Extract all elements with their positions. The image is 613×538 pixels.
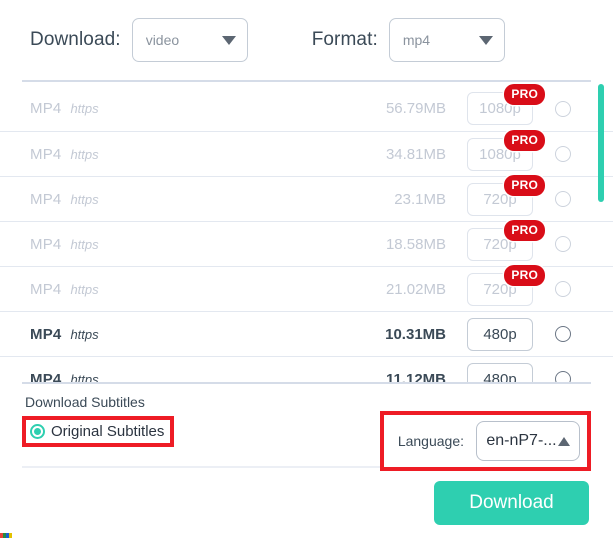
- row-protocol: https: [70, 326, 99, 342]
- row-select-cell: [535, 281, 591, 297]
- pro-badge-icon: PRO: [504, 84, 545, 105]
- download-type-value: video: [145, 32, 180, 48]
- row-format: MP4: [30, 370, 62, 383]
- row-name-cell: MP4 https: [30, 281, 330, 298]
- row-protocol: https: [70, 371, 99, 383]
- chevron-down-icon: [221, 35, 236, 45]
- row-format: MP4: [30, 325, 62, 343]
- table-row[interactable]: MP4 https 56.79MB 1080p PRO: [0, 84, 613, 131]
- download-button[interactable]: Download: [434, 481, 589, 525]
- row-quality-cell: 480p: [465, 317, 535, 351]
- row-format: MP4: [30, 100, 62, 117]
- language-label: Language:: [397, 433, 464, 449]
- row-protocol: https: [70, 191, 99, 207]
- row-name-cell: MP4 https: [30, 326, 330, 343]
- language-value: en-nP7-...: [486, 432, 557, 449]
- row-format: MP4: [30, 280, 62, 298]
- row-format: MP4: [30, 190, 62, 208]
- subtitles-section-label: Download Subtitles: [25, 394, 145, 410]
- pro-badge-icon: PRO: [504, 129, 545, 151]
- row-protocol: https: [70, 101, 99, 116]
- row-filesize: 34.81MB: [385, 145, 446, 163]
- row-format: MP4: [30, 235, 62, 253]
- row-select-cell: [535, 236, 591, 252]
- list-scrollbar[interactable]: [598, 84, 604, 380]
- table-row[interactable]: MP4 https 23.1MB 720p PRO: [0, 174, 613, 221]
- row-select-radio[interactable]: [555, 371, 571, 382]
- options-header: Download: video Format: mp4: [0, 0, 613, 80]
- row-quality-cell: 1080p PRO: [465, 129, 545, 171]
- row-select-cell: [535, 326, 591, 342]
- row-select-radio[interactable]: [555, 191, 571, 207]
- language-select[interactable]: en-nP7-...: [476, 421, 580, 461]
- row-name-cell: MP4 https: [30, 100, 330, 117]
- format-value: mp4: [402, 32, 431, 48]
- row-quality-cell: 720p PRO: [465, 219, 545, 261]
- row-protocol: https: [70, 146, 99, 162]
- original-subtitles-label: Original Subtitles: [51, 423, 165, 440]
- table-row[interactable]: MP4 https 10.31MB 480p: [0, 311, 613, 356]
- row-filesize: 23.1MB: [394, 190, 446, 208]
- pro-badge-icon: PRO: [504, 174, 545, 196]
- footer-bar: Download: [0, 468, 613, 538]
- row-filesize: 18.58MB: [385, 235, 446, 253]
- chevron-up-icon: [557, 436, 570, 446]
- row-filesize: 56.79MB: [385, 100, 446, 117]
- row-format: MP4: [30, 145, 62, 163]
- row-filesize: 21.02MB: [385, 280, 446, 298]
- table-row[interactable]: MP4 https 11.12MB 480p: [0, 356, 613, 382]
- row-quality-cell: 480p: [465, 362, 535, 382]
- row-select-radio[interactable]: [555, 100, 571, 117]
- table-row[interactable]: MP4 https 34.81MB 1080p PRO: [0, 129, 613, 176]
- table-row[interactable]: MP4 https 18.58MB 720p PRO: [0, 219, 613, 266]
- row-quality-badge[interactable]: 480p: [467, 317, 533, 351]
- original-subtitles-highlight: Original Subtitles: [22, 416, 175, 447]
- row-protocol: https: [70, 236, 99, 252]
- row-select-cell: [535, 191, 591, 207]
- row-select-radio[interactable]: [555, 236, 571, 252]
- row-quality-cell: 1080p PRO: [465, 84, 545, 125]
- row-protocol: https: [70, 281, 99, 297]
- chevron-down-icon: [478, 35, 493, 45]
- row-select-cell: [535, 100, 591, 117]
- row-name-cell: MP4 https: [30, 191, 330, 208]
- row-name-cell: MP4 https: [30, 236, 330, 253]
- row-select-cell: [535, 146, 591, 162]
- download-options-list: MP4 https 56.79MB 1080p PRO MP4 https 34.81MB 10…: [0, 82, 613, 382]
- download-type-select[interactable]: video: [131, 18, 248, 62]
- row-filesize: 10.31MB: [385, 325, 446, 343]
- download-options-rows: MP4 https 56.79MB 1080p PRO MP4 https 34.81MB 10…: [0, 82, 613, 382]
- row-quality-badge[interactable]: 480p: [467, 362, 533, 382]
- language-highlight: Language: en-nP7-...: [379, 411, 591, 471]
- row-select-radio[interactable]: [555, 326, 571, 342]
- corner-pixel-artifact: [0, 533, 12, 538]
- subtitles-section: Download Subtitles Original Subtitles La…: [0, 384, 613, 471]
- row-filesize: 11.12MB: [385, 370, 446, 383]
- row-name-cell: MP4 https: [30, 146, 330, 163]
- pro-badge-icon: PRO: [504, 219, 545, 241]
- row-quality-cell: 720p PRO: [465, 174, 545, 216]
- download-type-field: Download: video: [30, 18, 248, 62]
- table-row[interactable]: MP4 https 21.02MB 720p PRO: [0, 264, 613, 311]
- format-label: Format:: [311, 29, 378, 50]
- row-name-cell: MP4 https: [30, 371, 330, 383]
- original-subtitles-radio[interactable]: [30, 424, 45, 439]
- row-select-cell: [535, 371, 591, 382]
- pro-badge-icon: PRO: [504, 264, 545, 286]
- list-scrollbar-thumb[interactable]: [598, 84, 604, 202]
- format-select[interactable]: mp4: [388, 18, 505, 62]
- row-quality-cell: 720p PRO: [465, 264, 545, 306]
- format-field: Format: mp4: [312, 18, 505, 62]
- row-select-radio[interactable]: [555, 146, 571, 162]
- row-select-radio[interactable]: [555, 281, 571, 297]
- download-type-label: Download:: [30, 29, 121, 50]
